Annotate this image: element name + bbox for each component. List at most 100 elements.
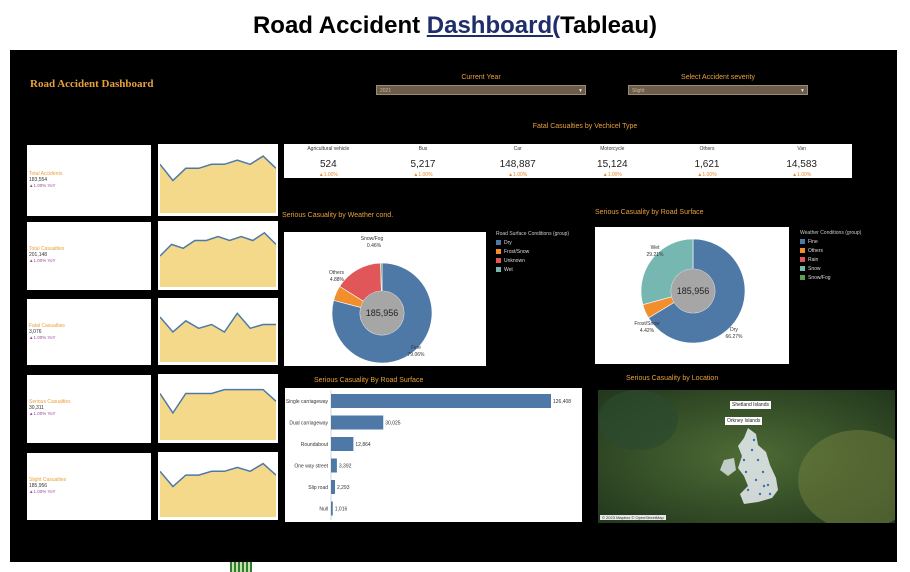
- donut-center-value: 185,956: [366, 308, 399, 318]
- vehicle-type-header: Bus: [418, 146, 428, 152]
- legend-label: Fine: [808, 239, 818, 245]
- legend-label: Rain: [808, 257, 819, 263]
- legend-item[interactable]: Snow/Fog: [800, 275, 861, 281]
- legend-swatch: [496, 249, 501, 255]
- legend-item[interactable]: Others: [800, 248, 861, 254]
- kpi-sparkline-card: [158, 144, 278, 216]
- kpi-card: Slight Casualties 185,956 ▲1.00% YoY: [27, 453, 151, 520]
- decorative-strip: [230, 562, 252, 572]
- legend-swatch: [800, 257, 805, 263]
- sparkline-area: [160, 313, 276, 362]
- bar-value-label: 1,016: [335, 507, 348, 513]
- donut1-card: 185,956 Snow/Fog 0.46% Others 4.88% Fine 79.06…: [284, 232, 486, 366]
- bar[interactable]: [331, 480, 335, 494]
- legend-title: Road Surface Conditions (group): [496, 231, 570, 237]
- severity-value: Slight: [632, 88, 645, 94]
- kpi-delta: ▲1.00% YoY: [29, 411, 56, 416]
- legend-item[interactable]: Fine: [800, 239, 861, 245]
- bar-category-label: Roundabout: [301, 442, 329, 448]
- current-year-label: Current Year: [461, 74, 501, 81]
- legend-label: Dry: [504, 240, 512, 246]
- vehicle-type-value: 5,217: [410, 159, 436, 170]
- donut-label: 66.27%: [726, 334, 744, 340]
- bar[interactable]: [331, 394, 551, 408]
- vehicle-type-value: 14,583: [786, 159, 817, 170]
- kpi-sparkline: [160, 312, 276, 362]
- vehicle-type-header: Car: [513, 146, 522, 152]
- legend-label: Wet: [504, 267, 513, 273]
- legend-item[interactable]: Frost/Snow: [496, 249, 569, 255]
- sparkline-area: [160, 389, 276, 440]
- severity-select[interactable]: Slight ▼: [628, 85, 808, 95]
- legend-swatch: [800, 239, 805, 245]
- legend-item[interactable]: Snow: [800, 266, 861, 272]
- legend-item[interactable]: Rain: [800, 257, 861, 263]
- donut2-legend: Weather Conditions (group) Fine Others Rai…: [800, 230, 861, 281]
- donut-label: Others: [329, 270, 345, 276]
- donut-label: Frost/Snow: [634, 321, 660, 327]
- kpi-delta: ▲1.00% YoY: [29, 489, 56, 494]
- bar[interactable]: [331, 458, 337, 473]
- vehicle-type-header: Agricultural vehicle: [307, 146, 350, 152]
- bar-category-label: Slip road: [308, 485, 328, 491]
- bar-value-label: 30,025: [385, 421, 401, 427]
- bar-value-label: 2,293: [337, 485, 350, 491]
- kpi-sparkline-card: [158, 374, 278, 443]
- donut2-card: 185,956 Wet 29.21% Frost/Snow 4.42% Dry 66.27%: [595, 227, 789, 364]
- donut2-chart: 185,956 Wet29.21% Frost/Snow4.42% Dry66.27%: [634, 238, 746, 344]
- donut-label: 79.06%: [408, 352, 426, 358]
- bar[interactable]: [331, 501, 333, 516]
- bar[interactable]: [331, 437, 354, 451]
- kpi-sparkline-card: [158, 221, 278, 290]
- legend-swatch: [800, 248, 805, 254]
- location-map[interactable]: Shetland Islands Orkney Islands © 2023 M…: [598, 390, 895, 523]
- legend-swatch: [496, 267, 501, 273]
- severity-label: Select Accident severity: [681, 74, 755, 81]
- map-credit: © 2023 Mapbox © OpenStreetMap: [600, 515, 666, 520]
- bar-chart-title: Serious Casuality By Road Surface: [314, 377, 424, 384]
- map-label-orkney: Orkney Islands: [725, 417, 763, 425]
- kpi-card: Fatal Casualties 3,076 ▲1.00% YoY: [27, 299, 151, 365]
- current-year-select[interactable]: 2021 ▼: [376, 85, 586, 95]
- vehicle-type-header: Van: [797, 146, 806, 152]
- legend-label: Others: [808, 248, 824, 254]
- legend-item[interactable]: Wet: [496, 267, 569, 273]
- current-year-value: 2021: [380, 88, 392, 94]
- vehicle-type-delta: ▲1.00%: [318, 172, 338, 178]
- vehicle-type-header: Others: [699, 146, 715, 152]
- legend-label: Snow/Fog: [808, 275, 831, 281]
- kpi-delta: ▲1.00% YoY: [29, 258, 56, 263]
- bar-chart-card: Single carriageway 126,408 Dual carriagewa…: [285, 388, 582, 522]
- legend-title: Weather Conditions (group): [800, 230, 862, 236]
- bar-category-label: One way street: [294, 464, 328, 470]
- bar-value-label: 3,392: [339, 464, 352, 470]
- map-label-shetland: Shetland Islands: [730, 401, 771, 409]
- donut-label: Wet: [651, 245, 660, 251]
- map-graphic: [598, 390, 895, 523]
- vehicle-type-delta: ▲1.00%: [602, 172, 622, 178]
- bar-chart: Single carriageway 126,408 Dual carriagewa…: [286, 390, 571, 520]
- donut-label: 4.42%: [640, 328, 655, 334]
- donut-center-value: 185,956: [677, 286, 710, 296]
- legend-item[interactable]: Dry: [496, 240, 569, 246]
- bar[interactable]: [331, 415, 384, 430]
- kpi-card: Total Accidents 183,554 ▲1.00% YoY: [27, 145, 151, 216]
- chevron-down-icon: ▼: [800, 88, 805, 94]
- donut-label: 4.88%: [330, 277, 345, 283]
- page-title: Road Accident Dashboard(Tableau): [252, 12, 658, 39]
- vehicle-type-value: 524: [319, 159, 337, 170]
- legend-swatch: [496, 240, 501, 246]
- dashboard-panel: Road Accident Dashboard Current Year 202…: [10, 50, 897, 562]
- donut-label: Snow/Fog: [361, 236, 384, 242]
- vehicle-table-title: Fatal Casualties by Vechicel Type: [532, 123, 638, 130]
- vehicle-type-delta: ▲1.00%: [792, 172, 812, 178]
- donut2-title: Serious Casuality by Road Surface: [595, 209, 704, 216]
- legend-item[interactable]: Unknown: [496, 258, 569, 264]
- kpi-sparkline: [160, 388, 276, 440]
- kpi-delta: ▲1.00% YoY: [29, 335, 56, 340]
- vehicle-type-delta: ▲1.00%: [508, 172, 528, 178]
- kpi-sparkline: [160, 231, 276, 287]
- legend-swatch: [800, 266, 805, 272]
- donut1-chart: 185,956 Snow/Fog0.46% Others4.88% Fine79.06…: [329, 236, 433, 364]
- legend-label: Unknown: [504, 258, 525, 264]
